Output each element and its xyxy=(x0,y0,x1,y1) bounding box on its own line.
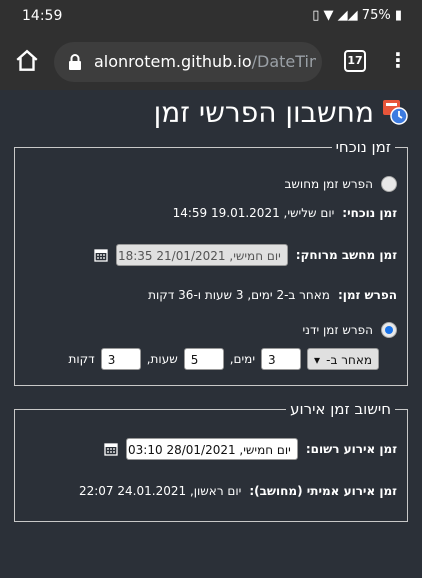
hours-input[interactable]: 5 xyxy=(183,348,224,370)
url-host: alonrotem.github.io xyxy=(94,52,252,71)
now-row: זמן נוכחי: יום שלישי, 19.01.2021 14:59 xyxy=(173,206,397,220)
lock-icon xyxy=(69,54,81,70)
event-time-section: חישוב זמן אירוע זמן אירוע רשום: יום חמיש… xyxy=(14,400,408,522)
direction-value: מאחר ב- xyxy=(326,353,372,367)
minutes-input[interactable]: 3 xyxy=(100,348,141,370)
days-unit: ימים, xyxy=(229,352,255,366)
diff-row: הפרש זמן: מאחר ב-2 ימים, 3 שעות ו-36 דקו… xyxy=(148,288,397,302)
tab-switcher-button[interactable]: 17 xyxy=(344,50,366,72)
home-icon[interactable] xyxy=(14,48,40,74)
battery-percent: 75% xyxy=(361,8,391,23)
computed-diff-option[interactable]: הפרש זמן מחושב xyxy=(284,176,397,192)
computed-diff-radio[interactable] xyxy=(381,176,397,192)
wifi-icon: ▼ xyxy=(323,8,334,23)
manual-diff-label: הפרש זמן ידני xyxy=(302,323,373,337)
manual-diff-inputs: מאחר ב- ▾ 3 ימים, 5 שעות, 3 דקות xyxy=(68,348,379,370)
app-logo-icon xyxy=(383,100,408,125)
now-value: יום שלישי, 19.01.2021 14:59 xyxy=(172,206,335,220)
hours-unit: שעות, xyxy=(146,352,178,366)
actual-label: זמן אירוע אמיתי (מחושב): xyxy=(249,484,397,498)
remote-row: זמן מחשב מרוחק: יום חמישי, 21/01/2021 18… xyxy=(94,244,397,266)
now-label: זמן נוכחי: xyxy=(342,206,397,220)
direction-select[interactable]: מאחר ב- ▾ xyxy=(307,348,379,370)
manual-diff-radio[interactable] xyxy=(381,322,397,338)
remote-time-field: יום חמישי, 21/01/2021 18:35 xyxy=(115,244,288,266)
browser-toolbar: alonrotem.github.io/DateTim 17 ⋮ xyxy=(0,34,422,90)
recorded-label: זמן אירוע רשום: xyxy=(305,442,397,456)
calendar-icon[interactable] xyxy=(94,248,108,262)
address-bar[interactable]: alonrotem.github.io/DateTim xyxy=(54,42,322,82)
days-input[interactable]: 3 xyxy=(261,348,301,370)
manual-diff-option[interactable]: הפרש זמן ידני xyxy=(302,322,397,338)
status-time: 14:59 xyxy=(22,8,63,24)
recorded-time-input[interactable]: יום חמישי, 28/01/2021 03:10 xyxy=(125,438,298,460)
url-text: alonrotem.github.io/DateTim xyxy=(94,52,316,71)
page-header: מחשבון הפרשי זמן xyxy=(154,92,408,132)
vibrate-icon: ▯ xyxy=(312,8,320,23)
calendar-icon[interactable] xyxy=(104,442,118,456)
computed-diff-label: הפרש זמן מחושב xyxy=(284,177,373,191)
event-time-legend: חישוב זמן אירוע xyxy=(290,400,391,418)
current-time-section: זמן נוכחי הפרש זמן מחושב זמן נוכחי: יום … xyxy=(14,138,408,386)
more-menu-icon[interactable]: ⋮ xyxy=(388,48,408,72)
diff-label: הפרש זמן: xyxy=(337,288,397,302)
actual-value: יום ראשון, 24.01.2021 22:07 xyxy=(78,484,242,498)
current-time-legend: זמן נוכחי xyxy=(335,138,391,156)
recorded-row: זמן אירוע רשום: יום חמישי, 28/01/2021 03… xyxy=(104,438,397,460)
page-title: מחשבון הפרשי זמן xyxy=(153,95,374,129)
page-content: מחשבון הפרשי זמן זמן נוכחי הפרש זמן מחוש… xyxy=(0,90,422,578)
remote-label: זמן מחשב מרוחק: xyxy=(295,248,397,262)
url-path: /DateTim xyxy=(251,52,316,71)
minutes-unit: דקות xyxy=(68,352,95,366)
status-bar: 14:59 ▯ ▼ ◢◢ 75% ▮ xyxy=(0,0,422,34)
diff-value: מאחר ב-2 ימים, 3 שעות ו-36 דקות xyxy=(148,288,330,302)
actual-row: זמן אירוע אמיתי (מחושב): יום ראשון, 24.0… xyxy=(79,484,397,498)
signal-icon: ◢◢ xyxy=(337,8,358,23)
chevron-down-icon: ▾ xyxy=(314,353,321,367)
battery-icon: ▮ xyxy=(394,8,402,23)
status-icons: ▯ ▼ ◢◢ 75% ▮ xyxy=(312,8,402,23)
